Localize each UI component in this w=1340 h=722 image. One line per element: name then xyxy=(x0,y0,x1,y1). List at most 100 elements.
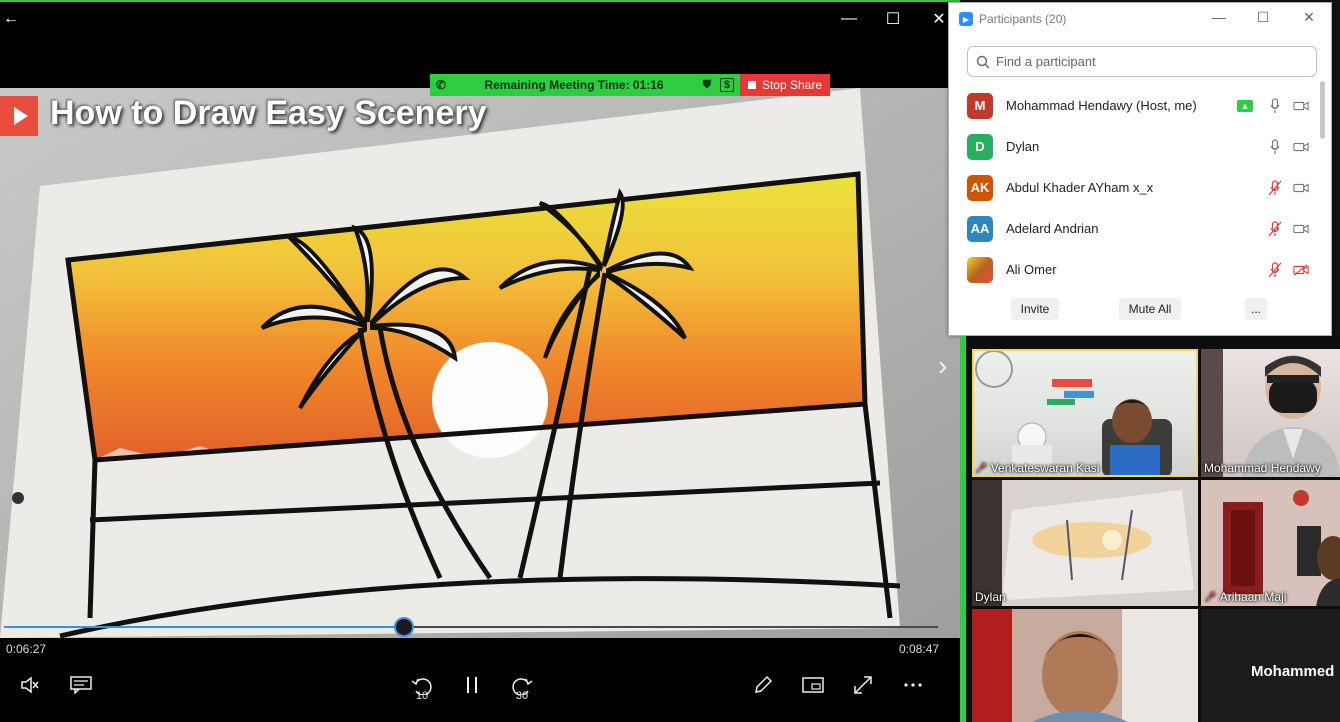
security-shield-icon[interactable]: ⛊ xyxy=(700,78,714,92)
video-camera-icon[interactable] xyxy=(1293,139,1309,155)
participant-video xyxy=(1201,480,1340,606)
stop-share-label: Stop Share xyxy=(761,78,823,92)
stop-share-button[interactable]: Stop Share xyxy=(740,74,830,96)
video-tile[interactable] xyxy=(972,609,1198,722)
youtube-play-icon xyxy=(0,96,38,136)
tile-name-label: Dylan xyxy=(975,590,1006,604)
participants-footer: Invite Mute All ... xyxy=(949,298,1321,322)
participant-search[interactable] xyxy=(967,46,1317,77)
screen: ← — ☐ ✕ How to Draw Easy Scenery › 0:06:… xyxy=(0,0,1340,722)
avatar xyxy=(967,256,993,283)
participant-video xyxy=(975,350,1172,477)
participant-row[interactable]: AA Adelard Andrian xyxy=(949,208,1321,249)
subtitles-icon[interactable] xyxy=(66,670,96,700)
participant-video xyxy=(1201,349,1340,477)
tile-name-label: 🎤︎ Venkateswaran Kasi xyxy=(975,461,1099,475)
video-camera-icon[interactable] xyxy=(1293,98,1309,114)
stop-square-icon xyxy=(747,81,756,89)
meeting-time-bar: ✆ Remaining Meeting Time: 01:16 ⛊ $ xyxy=(430,74,740,96)
participant-video xyxy=(972,480,1198,606)
forward-30-label: 30 xyxy=(515,690,529,702)
video-tile[interactable]: 🎤︎ Arihaan Maji xyxy=(1201,480,1340,606)
avatar: D xyxy=(967,133,993,160)
mute-icon[interactable] xyxy=(15,670,45,700)
participant-row[interactable]: M Mohammad Hendawy (Host, me) ▲ xyxy=(949,85,1321,126)
rewind-10-button[interactable]: 10 xyxy=(407,670,437,702)
remaining-meeting-time: Remaining Meeting Time: 01:16 xyxy=(484,78,664,92)
avatar: M xyxy=(967,92,993,119)
invite-button[interactable]: Invite xyxy=(1011,298,1059,320)
participant-name: Ali Omer xyxy=(1006,262,1057,277)
participant-name: Mohammad Hendawy xyxy=(1204,461,1321,475)
participant-list: M Mohammad Hendawy (Host, me) ▲ D Dylan … xyxy=(949,85,1321,290)
more-button[interactable]: ... xyxy=(1245,298,1267,320)
video-tile[interactable]: Mohammed xyxy=(1201,609,1340,722)
participant-list-scrollbar[interactable] xyxy=(1320,81,1325,139)
video-player-window: ← — ☐ ✕ How to Draw Easy Scenery › 0:06:… xyxy=(0,0,960,722)
video-title: How to Draw Easy Scenery xyxy=(50,94,487,132)
participants-panel: ▶ Participants (20) — ☐ ✕ M Mohammad Hen… xyxy=(948,2,1332,336)
back-arrow-icon[interactable]: ← xyxy=(0,8,22,30)
progress-thumb[interactable] xyxy=(393,617,414,637)
phone-icon: ✆ xyxy=(436,78,447,92)
rewind-10-label: 10 xyxy=(415,690,429,702)
participant-row[interactable]: D Dylan xyxy=(949,126,1321,167)
video-frame[interactable]: How to Draw Easy Scenery xyxy=(0,88,960,638)
video-camera-icon[interactable] xyxy=(1293,180,1309,196)
previous-arrow-icon[interactable]: ‹ xyxy=(0,350,1,382)
search-icon xyxy=(976,55,990,68)
avatar: AA xyxy=(967,215,993,242)
panel-minimize-button[interactable]: — xyxy=(1209,9,1229,25)
fullscreen-icon[interactable] xyxy=(848,670,878,700)
mute-all-button[interactable]: Mute All xyxy=(1119,298,1181,320)
next-arrow-icon[interactable]: › xyxy=(938,350,947,382)
pen-icon[interactable] xyxy=(748,670,778,700)
participants-title-bar: ▶ Participants (20) xyxy=(959,12,1066,26)
panel-close-button[interactable]: ✕ xyxy=(1299,9,1319,26)
microphone-muted-icon[interactable] xyxy=(1267,261,1283,278)
search-input[interactable] xyxy=(996,54,1296,69)
participant-row[interactable]: Ali Omer xyxy=(949,249,1321,290)
video-tile[interactable]: Mohammad Hendawy xyxy=(1201,349,1340,477)
pause-button[interactable] xyxy=(457,670,487,700)
microphone-muted-icon[interactable] xyxy=(1267,179,1283,196)
tile-name-label: Mohammad Hendawy xyxy=(1204,461,1321,475)
total-time: 0:08:47 xyxy=(899,642,940,656)
more-options-icon[interactable] xyxy=(898,670,928,700)
participant-name: Dylan xyxy=(975,590,1006,604)
microphone-muted-icon[interactable] xyxy=(1267,220,1283,237)
screen-share-bar: ✆ Remaining Meeting Time: 01:16 ⛊ $ Stop… xyxy=(430,74,830,96)
close-button[interactable]: ✕ xyxy=(928,8,950,30)
avatar: AK xyxy=(967,174,993,201)
participant-name: Adelard Andrian xyxy=(1006,221,1099,236)
forward-30-button[interactable]: 30 xyxy=(507,670,537,702)
minimize-button[interactable]: — xyxy=(838,8,860,30)
zoom-logo-icon: ▶ xyxy=(959,12,973,26)
video-tile[interactable]: 🎤︎ Venkateswaran Kasi xyxy=(972,349,1198,477)
participant-name: Abdul Khader AYham x_x xyxy=(1006,180,1154,195)
share-screen-icon: ▲ xyxy=(1237,99,1253,112)
current-time: 0:06:27 xyxy=(6,642,47,656)
video-tile[interactable]: Dylan xyxy=(972,480,1198,606)
participant-name: Mohammad Hendawy (Host, me) xyxy=(1006,98,1197,113)
participant-video xyxy=(972,609,1198,722)
muted-mic-icon: 🎤︎ xyxy=(1204,591,1217,603)
participant-row[interactable]: AK Abdul Khader AYham x_x xyxy=(949,167,1321,208)
progress-bar[interactable] xyxy=(4,617,938,637)
microphone-icon[interactable] xyxy=(1267,138,1283,155)
tile-name-label: 🎤︎ Arihaan Maji xyxy=(1204,590,1286,604)
video-camera-icon[interactable] xyxy=(1293,221,1309,237)
player-title-bar: ← — ☐ ✕ xyxy=(0,2,960,38)
panel-maximize-button[interactable]: ☐ xyxy=(1253,9,1273,26)
mini-player-icon[interactable] xyxy=(798,670,828,700)
drawing-scene-image xyxy=(0,88,960,638)
dollar-icon[interactable]: $ xyxy=(720,78,734,92)
video-camera-off-icon[interactable] xyxy=(1293,262,1309,278)
muted-mic-icon: 🎤︎ xyxy=(975,462,988,474)
participant-name-placeholder: Mohammed xyxy=(1251,663,1335,680)
progress-fill xyxy=(4,626,404,628)
maximize-button[interactable]: ☐ xyxy=(882,8,904,30)
participant-name: Arihaan Maji xyxy=(1219,590,1287,604)
microphone-icon[interactable] xyxy=(1267,97,1283,114)
participant-name: Dylan xyxy=(1006,139,1040,154)
